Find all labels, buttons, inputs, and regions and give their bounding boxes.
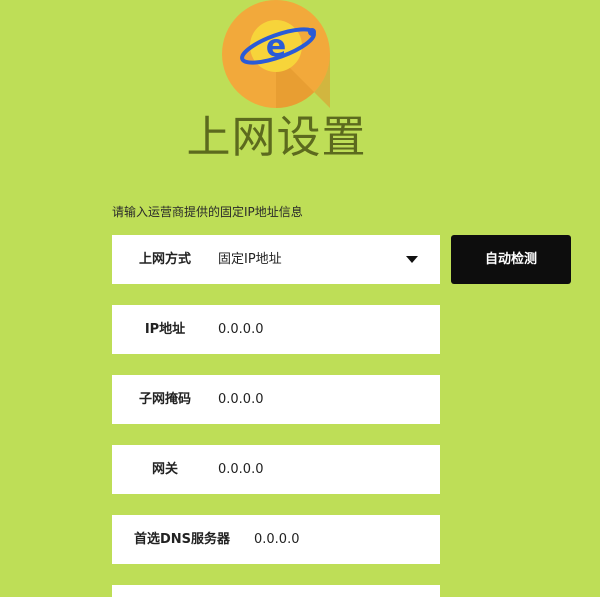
connection-type-label: 上网方式 [138,252,191,267]
primary-dns-value[interactable]: 0.0.0.0 [254,515,299,564]
subnet-mask-field[interactable]: 子网掩码 0.0.0.0 [112,375,440,424]
ip-address-value[interactable]: 0.0.0.0 [218,305,263,354]
primary-dns-label: 首选DNS服务器 [133,532,231,547]
instruction-text: 请输入运营商提供的固定IP地址信息 [112,205,303,219]
connection-type-select[interactable]: 上网方式 固定IP地址 [112,235,440,284]
logo-icon: e [222,0,330,108]
secondary-dns-field[interactable] [112,585,440,597]
primary-dns-field[interactable]: 首选DNS服务器 0.0.0.0 [112,515,440,564]
caret-down-icon[interactable] [406,256,418,263]
auto-detect-button[interactable]: 自动检测 [451,235,571,284]
subnet-mask-label: 子网掩码 [138,392,191,407]
gateway-label: 网关 [151,462,178,477]
gateway-field[interactable]: 网关 0.0.0.0 [112,445,440,494]
connection-type-value: 固定IP地址 [218,252,282,267]
svg-text:e: e [266,29,286,64]
ip-address-label: IP地址 [144,322,186,337]
subnet-mask-value[interactable]: 0.0.0.0 [218,375,263,424]
page-title: 上网设置 [186,112,367,163]
ip-address-field[interactable]: IP地址 0.0.0.0 [112,305,440,354]
gateway-value[interactable]: 0.0.0.0 [218,445,263,494]
